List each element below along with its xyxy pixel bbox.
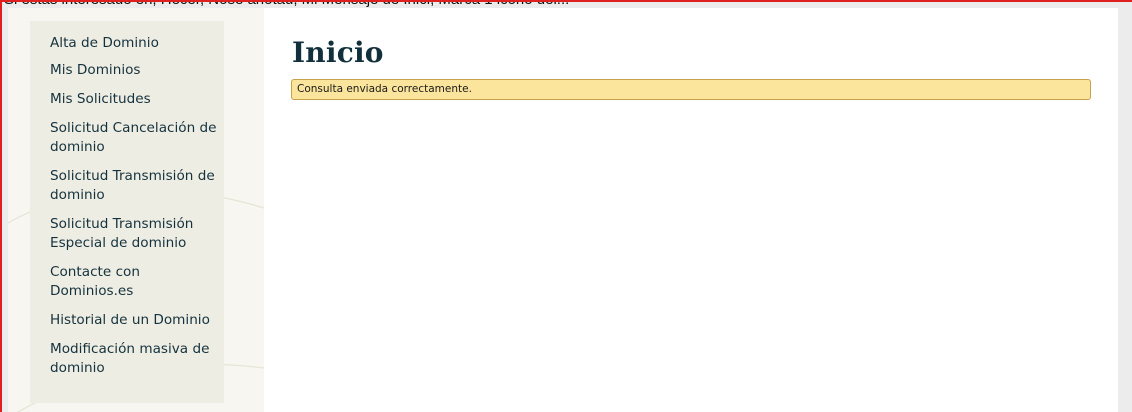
browser-viewport: Si estás interesado en, Hecer, Nose anot… (0, 0, 1132, 412)
sidebar-item-mis-solicitudes[interactable]: Mis Solicitudes (50, 90, 220, 109)
top-caption: Si estás interesado en, Hecer, Nose anot… (2, 2, 1132, 8)
sidebar-item-contacte[interactable]: Contacte con Dominios.es (50, 263, 220, 301)
sidebar-nav: Alta de Dominio Mis Dominios Mis Solicit… (50, 34, 220, 388)
alert-message: Consulta enviada correctamente. (297, 83, 472, 95)
sidebar-item-solicitud-transmision-especial[interactable]: Solicitud Transmisión Especial de domini… (50, 215, 220, 253)
page-right-margin (1118, 8, 1132, 412)
sidebar-item-modificacion-masiva[interactable]: Modificación masiva de dominio (50, 340, 220, 378)
page: Alta de Dominio Mis Dominios Mis Solicit… (8, 8, 1118, 412)
sidebar-item-solicitud-transmision[interactable]: Solicitud Transmisión de dominio (50, 167, 220, 205)
page-title: Inicio (292, 36, 384, 69)
sidebar-item-historial[interactable]: Historial de un Dominio (50, 311, 220, 330)
sidebar-item-alta-de-dominio[interactable]: Alta de Dominio (50, 34, 220, 53)
success-alert: Consulta enviada correctamente. (291, 79, 1091, 100)
sidebar-item-mis-dominios[interactable]: Mis Dominios (50, 61, 220, 80)
sidebar-item-solicitud-cancelacion[interactable]: Solicitud Cancelación de dominio (50, 119, 220, 157)
